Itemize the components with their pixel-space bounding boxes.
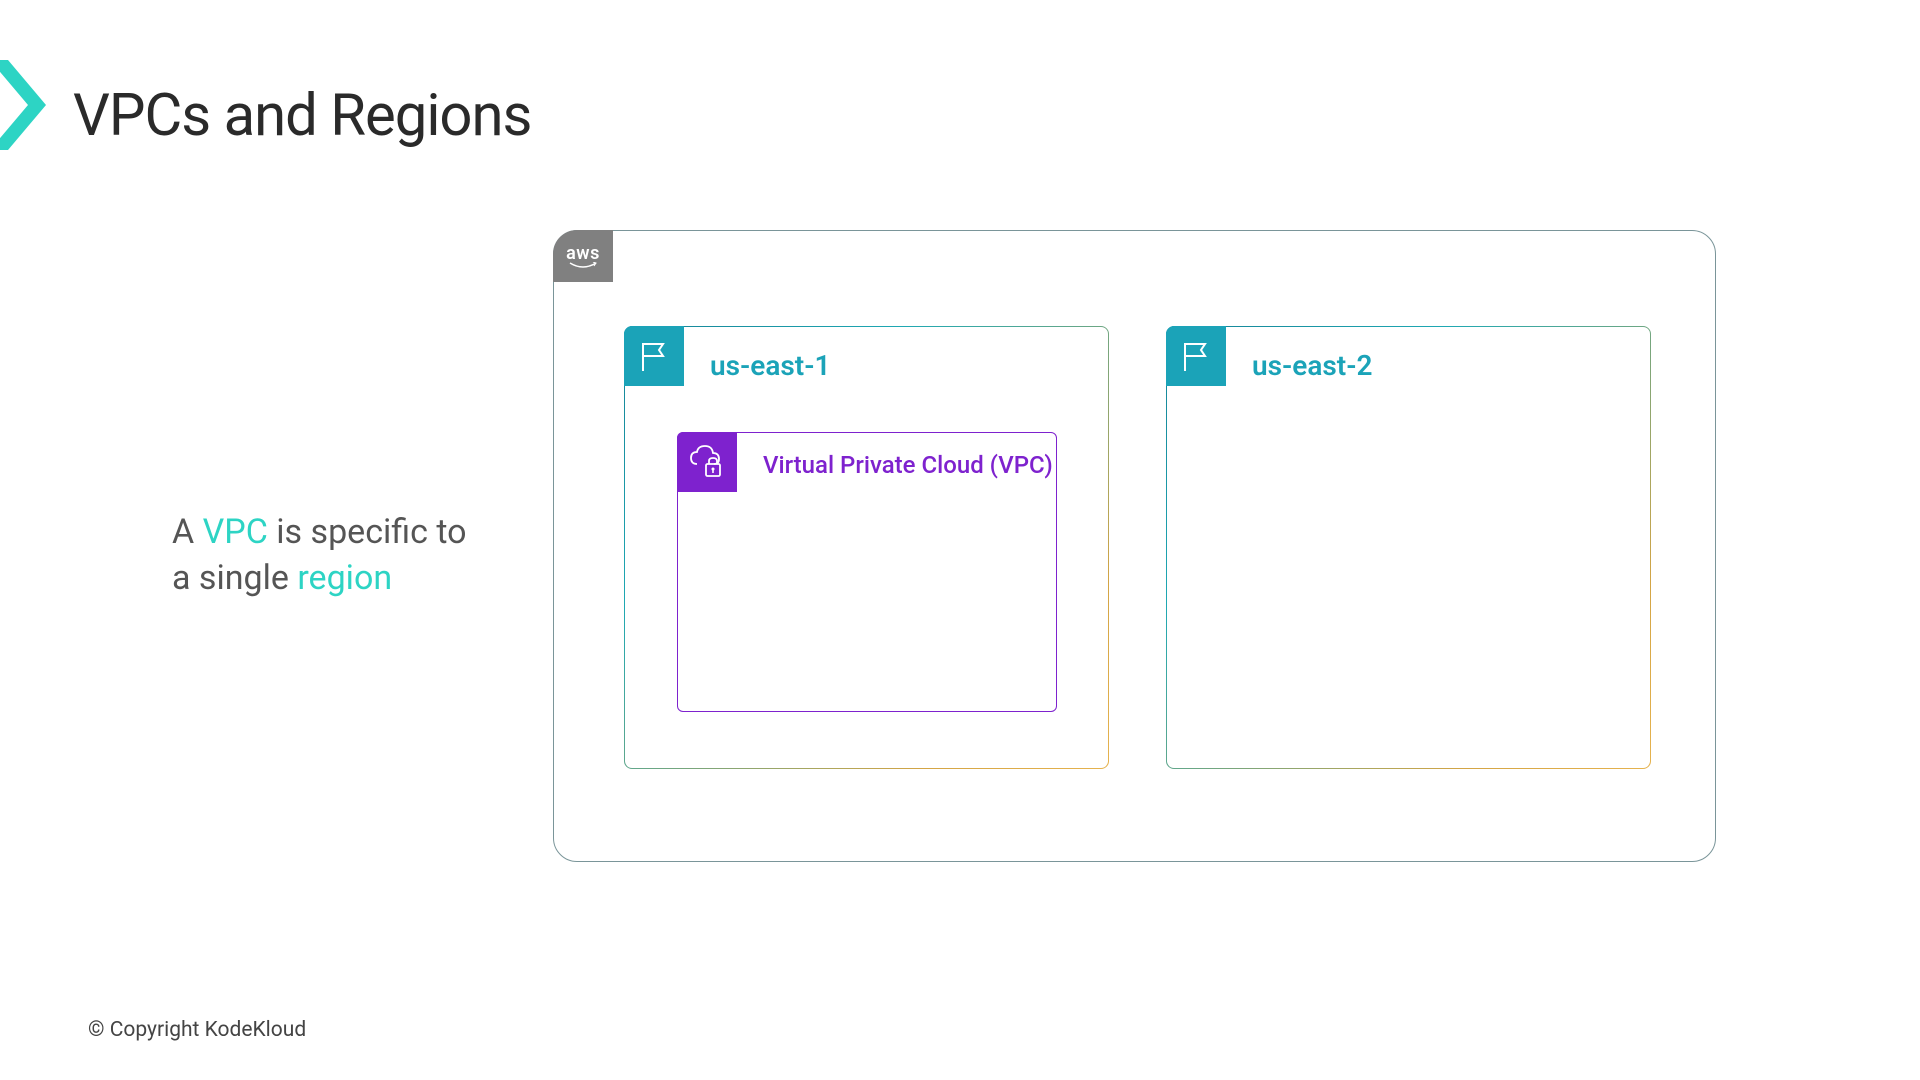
copyright-text: © Copyright KodeKloud (88, 1018, 306, 1042)
chevron-icon (0, 60, 50, 150)
region-box-us-east-2: us-east-2 (1166, 326, 1651, 769)
region-box-us-east-1: us-east-1 Virtual Private Cloud (VPC) (624, 326, 1109, 769)
aws-badge-label: aws (566, 243, 600, 264)
aws-smile-icon (569, 262, 597, 270)
flag-icon (1179, 339, 1213, 373)
flag-icon (637, 339, 671, 373)
aws-cloud-container: aws us-east-1 Vi (553, 230, 1716, 862)
page-title: VPCs and Regions (73, 82, 531, 150)
aws-badge: aws (553, 230, 613, 282)
desc-prefix: A (172, 512, 203, 552)
region-label: us-east-2 (1252, 349, 1372, 382)
desc-vpc-highlight: VPC (203, 512, 268, 552)
vpc-badge (677, 432, 737, 492)
vpc-box: Virtual Private Cloud (VPC) (677, 432, 1057, 712)
description-text: A VPC is specific to a single region (172, 510, 492, 602)
region-label: us-east-1 (710, 349, 830, 382)
region-badge (1166, 326, 1226, 386)
vpc-cloud-lock-icon (687, 442, 727, 482)
region-badge (624, 326, 684, 386)
desc-region-highlight: region (297, 558, 392, 598)
vpc-label: Virtual Private Cloud (VPC) (763, 451, 1053, 479)
